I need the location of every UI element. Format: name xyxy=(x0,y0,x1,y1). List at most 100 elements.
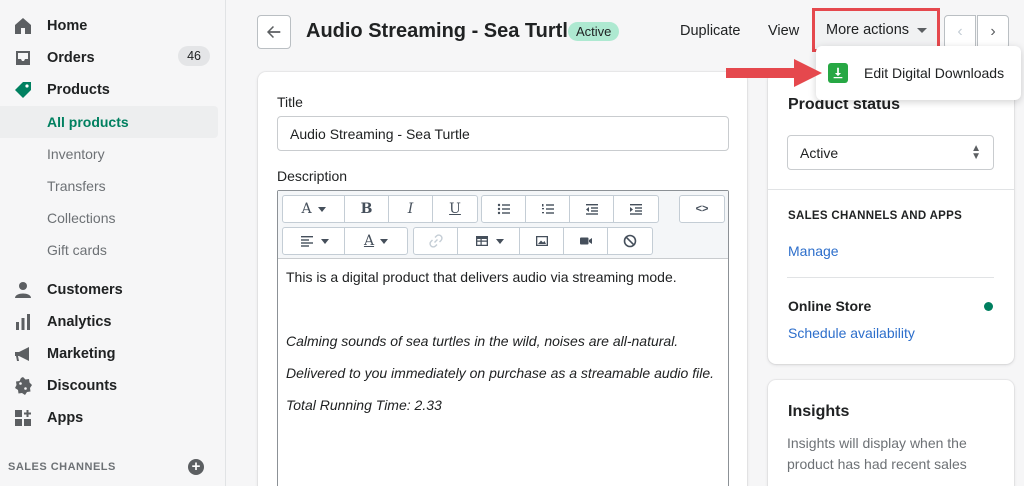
bullet-list-icon xyxy=(497,203,510,215)
schedule-availability-link[interactable]: Schedule availability xyxy=(788,325,915,341)
indent-icon xyxy=(630,204,642,215)
online-store-label: Online Store xyxy=(788,298,872,314)
image-icon xyxy=(535,236,548,246)
megaphone-icon xyxy=(12,343,34,365)
insights-description: Insights will display when the product h… xyxy=(787,435,967,472)
video-camera-icon xyxy=(579,237,592,245)
orders-icon xyxy=(12,47,34,69)
editor-toolbar: A B I U <> A xyxy=(278,191,728,259)
italic-icon: I xyxy=(407,201,414,217)
numbered-list-button[interactable] xyxy=(526,196,570,222)
italic-button[interactable]: I xyxy=(389,196,433,222)
discount-icon xyxy=(12,375,34,397)
sidebar-subitem-transfers[interactable]: Transfers xyxy=(0,170,218,202)
sidebar-subitem-all-products[interactable]: All products xyxy=(0,106,218,138)
align-dropdown[interactable] xyxy=(283,228,345,254)
underline-button[interactable]: U xyxy=(433,196,477,222)
sidebar-item-marketing[interactable]: Marketing xyxy=(0,338,218,370)
link-icon xyxy=(428,234,443,248)
list-group xyxy=(481,195,659,223)
sidebar-item-analytics[interactable]: Analytics xyxy=(0,306,218,338)
person-icon xyxy=(12,279,34,301)
table-dropdown[interactable] xyxy=(458,228,520,254)
description-label: Description xyxy=(277,168,348,184)
arrow-left-icon xyxy=(266,25,281,39)
sidebar: Home Orders 46 Products All products Inv… xyxy=(0,0,226,486)
view-button[interactable]: View xyxy=(768,23,799,39)
previous-product-button[interactable]: ‹ xyxy=(944,15,976,49)
insert-group xyxy=(413,227,653,255)
underline-icon: U xyxy=(449,201,461,217)
text-color-icon: A xyxy=(363,233,375,249)
sidebar-item-label: Analytics xyxy=(47,314,112,330)
online-status-dot xyxy=(984,302,993,311)
caret-down-icon xyxy=(320,238,329,244)
more-actions-label: More actions xyxy=(826,22,910,38)
sidebar-item-label: Home xyxy=(47,18,88,34)
sidebar-item-label: Customers xyxy=(47,282,123,298)
manage-link[interactable]: Manage xyxy=(788,243,839,259)
product-status-select[interactable]: Active ▲ ▼ xyxy=(787,135,994,170)
add-sales-channel-icon[interactable]: + xyxy=(188,459,204,475)
numbered-list-icon xyxy=(541,204,554,214)
back-button[interactable] xyxy=(257,15,291,49)
insert-image-button[interactable] xyxy=(520,228,564,254)
html-toggle-group: <> xyxy=(679,195,725,223)
sidebar-item-discounts[interactable]: Discounts xyxy=(0,370,218,402)
duplicate-button[interactable]: Duplicate xyxy=(680,23,740,39)
font-style-dropdown[interactable]: A xyxy=(283,196,345,222)
caret-down-icon xyxy=(317,206,326,212)
status-select-value: Active xyxy=(800,144,839,161)
sidebar-subitem-gift-cards[interactable]: Gift cards xyxy=(0,234,218,266)
indent-button[interactable] xyxy=(614,196,658,222)
outdent-icon xyxy=(585,204,598,215)
sidebar-subitem-collections[interactable]: Collections xyxy=(0,202,218,234)
font-a-icon: A xyxy=(301,201,312,217)
sidebar-item-apps[interactable]: Apps xyxy=(0,402,218,434)
next-product-button[interactable]: › xyxy=(977,15,1009,49)
caret-down-icon xyxy=(495,238,504,244)
bullet-list-button[interactable] xyxy=(482,196,526,222)
insights-title: Insights xyxy=(788,403,850,420)
title-label: Title xyxy=(277,94,303,110)
sidebar-item-label: Discounts xyxy=(47,378,118,394)
align-left-icon xyxy=(300,236,313,247)
description-line: Delivered to you immediately on purchase… xyxy=(286,365,715,381)
title-input[interactable]: Audio Streaming - Sea Turtle xyxy=(277,116,729,151)
html-toggle-button[interactable]: <> xyxy=(680,196,724,222)
sidebar-item-customers[interactable]: Customers xyxy=(0,274,218,306)
tag-icon xyxy=(12,79,34,101)
status-badge: Active xyxy=(568,22,620,41)
sidebar-subitem-inventory[interactable]: Inventory xyxy=(0,138,218,170)
more-actions-popover: Edit Digital Downloads xyxy=(816,46,1021,100)
caret-down-icon xyxy=(380,238,389,244)
sidebar-item-label: Marketing xyxy=(47,346,116,362)
description-line: Total Running Time: 2.33 xyxy=(286,397,442,413)
select-arrows-icon: ▲ ▼ xyxy=(971,142,981,162)
outdent-button[interactable] xyxy=(570,196,614,222)
sidebar-item-label: Orders xyxy=(47,50,95,66)
edit-digital-downloads-item[interactable]: Edit Digital Downloads xyxy=(864,65,1004,81)
table-icon xyxy=(475,236,488,246)
sidebar-item-home[interactable]: Home xyxy=(0,10,218,42)
description-line: Calming sounds of sea turtles in the wil… xyxy=(286,333,679,349)
clear-formatting-button[interactable] xyxy=(608,228,652,254)
download-icon xyxy=(828,63,848,83)
home-icon xyxy=(12,15,34,37)
annotation-arrow-icon xyxy=(726,59,822,87)
insert-video-button[interactable] xyxy=(564,228,608,254)
link-button[interactable] xyxy=(414,228,458,254)
bold-button[interactable]: B xyxy=(345,196,389,222)
text-format-group: A B I U xyxy=(282,195,478,223)
divider xyxy=(768,189,1014,190)
chevron-right-icon: › xyxy=(990,23,996,40)
bar-chart-icon xyxy=(12,311,34,333)
sales-channels-heading: SALES CHANNELS xyxy=(8,461,116,473)
sidebar-item-orders[interactable]: Orders 46 xyxy=(0,42,218,74)
sidebar-item-products[interactable]: Products xyxy=(0,74,218,106)
sales-channels-apps-heading: SALES CHANNELS AND APPS xyxy=(788,210,963,222)
text-color-dropdown[interactable]: A xyxy=(345,228,407,254)
caret-down-icon xyxy=(917,27,928,33)
description-editor: A B I U <> A This is a digital product t xyxy=(277,190,729,486)
orders-count-badge: 46 xyxy=(178,46,210,66)
